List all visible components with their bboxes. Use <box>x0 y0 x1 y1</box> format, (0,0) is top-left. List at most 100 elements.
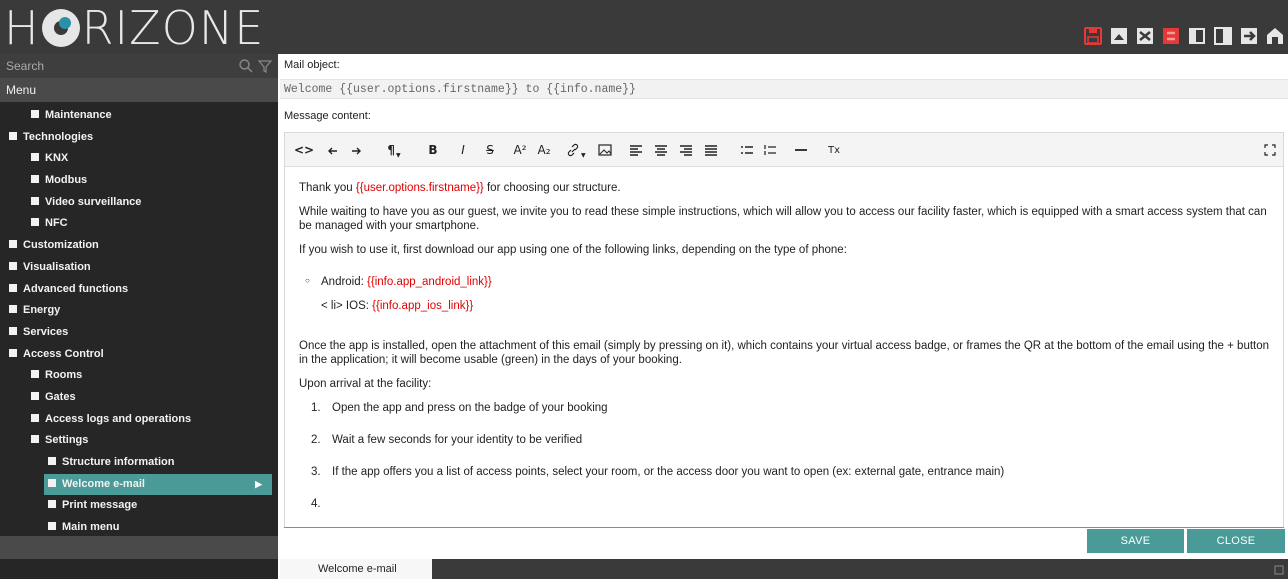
list-item: < li> IOS: {{info.app_ios_link}} <box>299 299 1279 313</box>
save-icon[interactable] <box>1084 27 1102 45</box>
square-bullet-icon <box>48 500 56 509</box>
sidebar-item-label: Technologies <box>23 130 94 143</box>
square-bullet-icon <box>9 348 17 357</box>
close-button[interactable]: CLOSE <box>1187 529 1285 553</box>
square-bullet-icon <box>48 457 56 465</box>
sidebar-item-technologies[interactable]: Technologies <box>0 127 278 149</box>
forward-icon[interactable] <box>1240 27 1258 45</box>
sidebar-item-rooms[interactable]: Rooms <box>0 365 278 387</box>
image-icon[interactable] <box>598 140 612 160</box>
paragraph-format-icon[interactable]: ¶ ▼ <box>387 140 401 160</box>
numbered-list-icon[interactable] <box>763 140 777 160</box>
sidebar-item-label: Energy <box>23 304 61 317</box>
sidebar-item-settings[interactable]: Settings <box>0 430 278 452</box>
text-span: for choosing our structure. <box>483 182 621 194</box>
sidebar-item-label: NFC <box>45 217 68 230</box>
sidebar-item-label: Main menu <box>62 521 120 534</box>
tab-bar: Welcome e-mail <box>280 559 1288 579</box>
sidebar-item-label: Maintenance <box>45 109 112 121</box>
sidebar-item-nfc[interactable]: NFC <box>0 213 278 235</box>
sidebar-item-maintenance[interactable]: Maintenance <box>0 105 278 127</box>
template-variable: {{info.app_android_link}} <box>367 276 492 288</box>
source-code-button[interactable]: <> <box>294 140 314 160</box>
editor-content[interactable]: Thank you {{user.options.firstname}} for… <box>299 181 1279 521</box>
align-right-icon[interactable] <box>679 140 693 160</box>
mail-object-label: Mail object: <box>284 59 340 71</box>
square-bullet-icon <box>31 196 39 205</box>
sidebar-item-advanced-functions[interactable]: Advanced functions <box>0 279 278 301</box>
horizone-logo[interactable]: H RIZONE <box>4 1 265 55</box>
subscript-button[interactable]: A₂ <box>537 140 551 160</box>
italic-button[interactable]: I <box>456 140 470 160</box>
logo-text: RIZONE <box>81 1 265 55</box>
sidebar-item-visualisation[interactable]: Visualisation <box>0 257 278 279</box>
bulleted-list-icon[interactable] <box>740 140 754 160</box>
search-icon[interactable] <box>238 58 254 74</box>
search-input[interactable] <box>6 56 226 76</box>
home-icon[interactable] <box>1266 27 1284 45</box>
sidebar-item-label: Settings <box>45 434 89 447</box>
square-bullet-icon <box>48 478 56 487</box>
content-paragraph: Thank you {{user.options.firstname}} for… <box>299 181 1279 195</box>
bold-button[interactable]: B <box>426 140 440 160</box>
tools-icon[interactable] <box>1136 27 1154 45</box>
square-bullet-icon <box>31 391 39 400</box>
sidebar-item-energy[interactable]: Energy <box>0 300 278 322</box>
square-bullet-icon <box>31 153 39 162</box>
link-icon[interactable]: ▼ <box>566 140 586 160</box>
alert-icon[interactable] <box>1162 27 1180 45</box>
superscript-button[interactable]: A² <box>513 140 527 160</box>
square-bullet-icon <box>9 305 17 314</box>
content-paragraph: Upon arrival at the facility: <box>299 378 432 390</box>
filter-icon[interactable] <box>257 58 273 74</box>
cloud-icon[interactable] <box>1110 27 1128 45</box>
align-justify-icon[interactable] <box>704 140 718 160</box>
clear-formatting-button[interactable]: Tx <box>827 140 841 160</box>
sidebar-item-label: Services <box>23 325 69 338</box>
fullscreen-icon[interactable] <box>1263 140 1277 160</box>
sidebar-item-services[interactable]: Services <box>0 322 278 344</box>
list-text: Wait a few seconds for your identity to … <box>332 434 583 446</box>
content-paragraph: Once the app is installed, open the atta… <box>299 340 1270 366</box>
tab-welcome-email[interactable]: Welcome e-mail <box>280 559 432 579</box>
editor-divider <box>284 527 1284 528</box>
sidebar-item-video-surveillance[interactable]: Video surveillance <box>0 192 278 214</box>
horizontal-rule-icon[interactable] <box>794 140 808 160</box>
sidebar-item-modbus[interactable]: Modbus <box>0 170 278 192</box>
logo-o-mark <box>41 9 80 47</box>
panel-right-icon[interactable] <box>1214 27 1232 45</box>
sidebar-item-access-logs[interactable]: Access logs and operations <box>0 409 278 431</box>
sidebar-item-customization[interactable]: Customization <box>0 235 278 257</box>
align-center-icon[interactable] <box>654 140 668 160</box>
sidebar-item-print-message[interactable]: Print message <box>0 495 278 517</box>
sidebar-item-structure-information[interactable]: Structure information <box>0 452 278 474</box>
panel-left-icon[interactable] <box>1188 27 1206 45</box>
list-number: 4. <box>311 498 321 510</box>
sidebar-item-gates[interactable]: Gates <box>0 387 278 409</box>
sidebar: Menu Maintenance Technologies KNX Modbus… <box>0 54 278 579</box>
sidebar-item-welcome-email[interactable]: Welcome e-mail ▶ <box>44 473 272 496</box>
text-span: < li> IOS: <box>321 300 373 312</box>
search-bar <box>0 54 278 78</box>
mail-object-field[interactable]: Welcome {{user.options.firstname}} to {{… <box>280 79 1288 99</box>
sidebar-footer <box>0 536 278 559</box>
save-button[interactable]: SAVE <box>1087 529 1184 553</box>
redo-icon[interactable] <box>349 140 363 160</box>
text-span: Thank you <box>299 182 356 194</box>
window-icon[interactable] <box>1274 565 1284 575</box>
sidebar-item-label: Visualisation <box>23 260 91 273</box>
menu-header: Menu <box>0 78 278 102</box>
align-left-icon[interactable] <box>629 140 643 160</box>
sidebar-item-label: Rooms <box>45 369 83 382</box>
list-number: 3. <box>311 466 321 478</box>
sidebar-item-knx[interactable]: KNX <box>0 148 278 170</box>
sidebar-item-access-control[interactable]: Access Control <box>0 344 278 366</box>
square-bullet-icon <box>31 175 39 184</box>
main-panel: Mail object: Welcome {{user.options.firs… <box>280 54 1288 579</box>
square-bullet-icon <box>31 413 39 422</box>
square-bullet-icon <box>9 240 17 249</box>
list-text: If the app offers you a list of access p… <box>332 466 1005 478</box>
strikethrough-button[interactable]: S <box>483 140 497 160</box>
undo-icon[interactable] <box>326 140 340 160</box>
sidebar-item-label: Print message <box>62 499 138 512</box>
